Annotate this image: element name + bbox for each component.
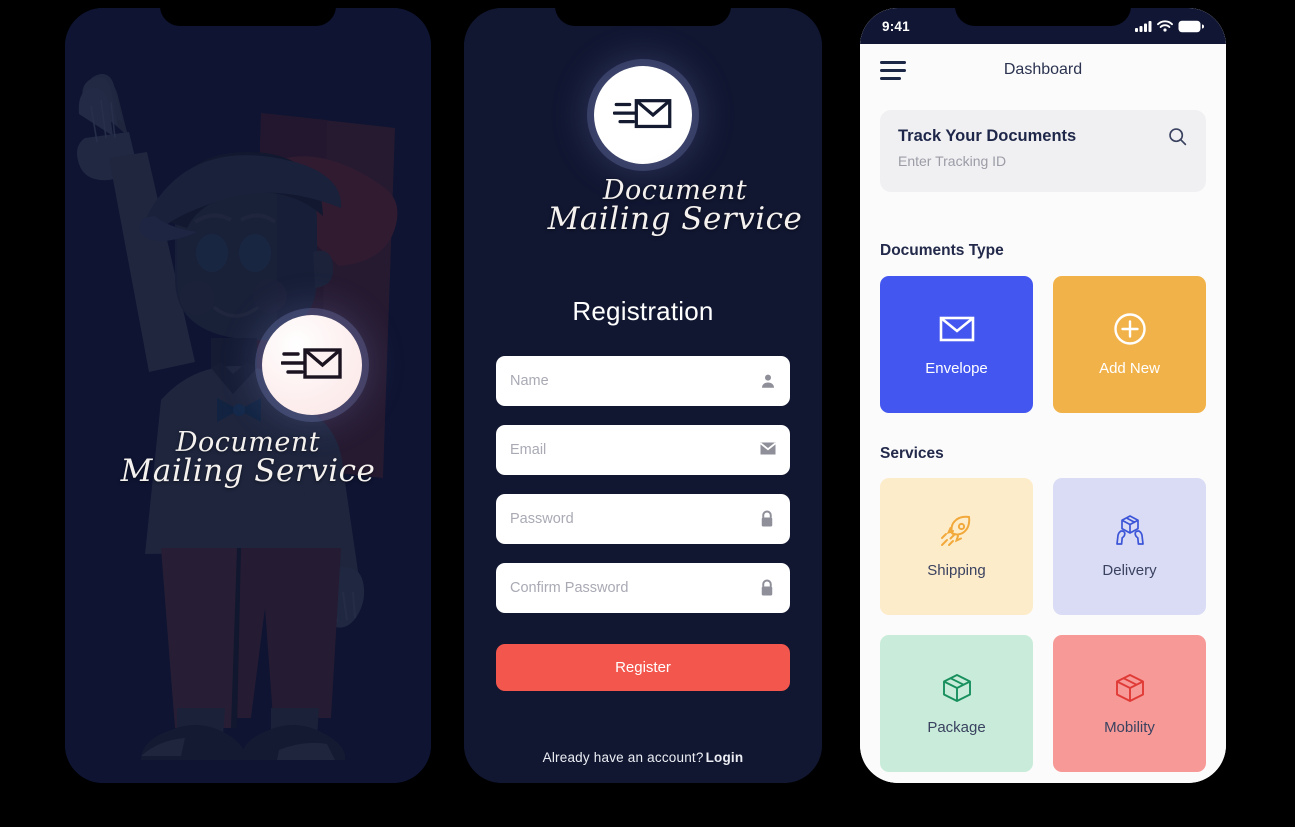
- phone-splash: Document Mailing Service: [65, 8, 431, 783]
- card-add-new[interactable]: Add New: [1053, 276, 1206, 413]
- login-link[interactable]: Login: [706, 750, 744, 765]
- phone-notch: [955, 8, 1131, 26]
- name-placeholder: Name: [510, 373, 549, 389]
- battery-icon: [1178, 20, 1204, 32]
- page-title: Dashboard: [1003, 61, 1083, 78]
- page-title: Registration: [572, 296, 714, 326]
- hamburger-menu-icon[interactable]: [880, 60, 906, 80]
- status-bar-time: 9:41: [882, 18, 910, 34]
- card-mobility[interactable]: Mobility: [1053, 635, 1206, 772]
- password-field[interactable]: Password: [496, 494, 790, 544]
- brand-logo-circle: [262, 315, 362, 415]
- app-bar: Dashboard: [860, 44, 1226, 96]
- brand-wordmark: Document Mailing Service: [496, 176, 822, 237]
- card-label: Package: [927, 719, 986, 736]
- box-icon: [940, 671, 974, 705]
- phone-registration: Document Mailing Service Registration Na…: [464, 8, 822, 783]
- services-grid: Shipping Delivery Package Mobility: [880, 478, 1206, 772]
- confirm-password-placeholder: Confirm Password: [510, 580, 629, 596]
- hands-box-icon: [1112, 514, 1148, 548]
- mail-carrier-waving-illustration: [65, 8, 431, 783]
- password-placeholder: Password: [510, 511, 574, 527]
- card-label: Mobility: [1104, 719, 1155, 736]
- envelope-speed-icon: [613, 99, 672, 129]
- envelope-speed-icon: [281, 348, 342, 379]
- wifi-icon: [1157, 20, 1173, 32]
- envelope-icon: [759, 441, 777, 459]
- documents-type-grid: Envelope Add New: [880, 276, 1206, 413]
- login-prompt: Already have an account? Login: [464, 750, 822, 765]
- card-label: Add New: [1099, 360, 1160, 377]
- phone-dashboard: 9:41 Dashboard Track Your Documents Ente…: [860, 8, 1226, 783]
- email-field[interactable]: Email: [496, 425, 790, 475]
- login-prompt-text: Already have an account?: [542, 750, 704, 765]
- track-documents-card[interactable]: Track Your Documents Enter Tracking ID: [880, 110, 1206, 192]
- status-bar-icons: [1135, 20, 1204, 33]
- services-heading: Services: [880, 445, 944, 462]
- plus-circle-icon: [1113, 312, 1147, 346]
- dashboard-screen: 9:41 Dashboard Track Your Documents Ente…: [860, 8, 1226, 783]
- name-field[interactable]: Name: [496, 356, 790, 406]
- card-label: Envelope: [925, 360, 988, 377]
- confirm-password-field[interactable]: Confirm Password: [496, 563, 790, 613]
- phone-notch: [555, 8, 731, 26]
- rocket-icon: [939, 514, 975, 548]
- mockup-stage: Document Mailing Service Document Mailin…: [0, 0, 1295, 827]
- brand-line-2: Mailing Service: [120, 453, 376, 490]
- card-label: Shipping: [927, 562, 986, 579]
- card-label: Delivery: [1102, 562, 1157, 579]
- person-icon: [759, 372, 777, 390]
- registration-form: Name Email Password Confirm Password: [496, 356, 790, 632]
- email-placeholder: Email: [510, 442, 547, 458]
- splash-screen: Document Mailing Service: [65, 8, 431, 783]
- registration-screen: Document Mailing Service Registration Na…: [464, 8, 822, 783]
- track-title: Track Your Documents: [898, 127, 1077, 145]
- card-shipping[interactable]: Shipping: [880, 478, 1033, 615]
- brand-wordmark: Document Mailing Service: [65, 428, 431, 489]
- signal-icon: [1135, 21, 1152, 32]
- tracking-id-input[interactable]: Enter Tracking ID: [898, 153, 1188, 169]
- envelope-icon: [939, 312, 975, 346]
- brand-line-2: Mailing Service: [547, 201, 803, 238]
- lock-icon: [759, 579, 777, 597]
- card-package[interactable]: Package: [880, 635, 1033, 772]
- box-icon: [1113, 671, 1147, 705]
- card-envelope[interactable]: Envelope: [880, 276, 1033, 413]
- card-delivery[interactable]: Delivery: [1053, 478, 1206, 615]
- lock-icon: [759, 510, 777, 528]
- search-icon[interactable]: [1167, 126, 1188, 147]
- phone-notch: [160, 8, 336, 26]
- brand-logo-circle: [594, 66, 692, 164]
- register-button[interactable]: Register: [496, 644, 790, 691]
- documents-type-heading: Documents Type: [880, 242, 1004, 259]
